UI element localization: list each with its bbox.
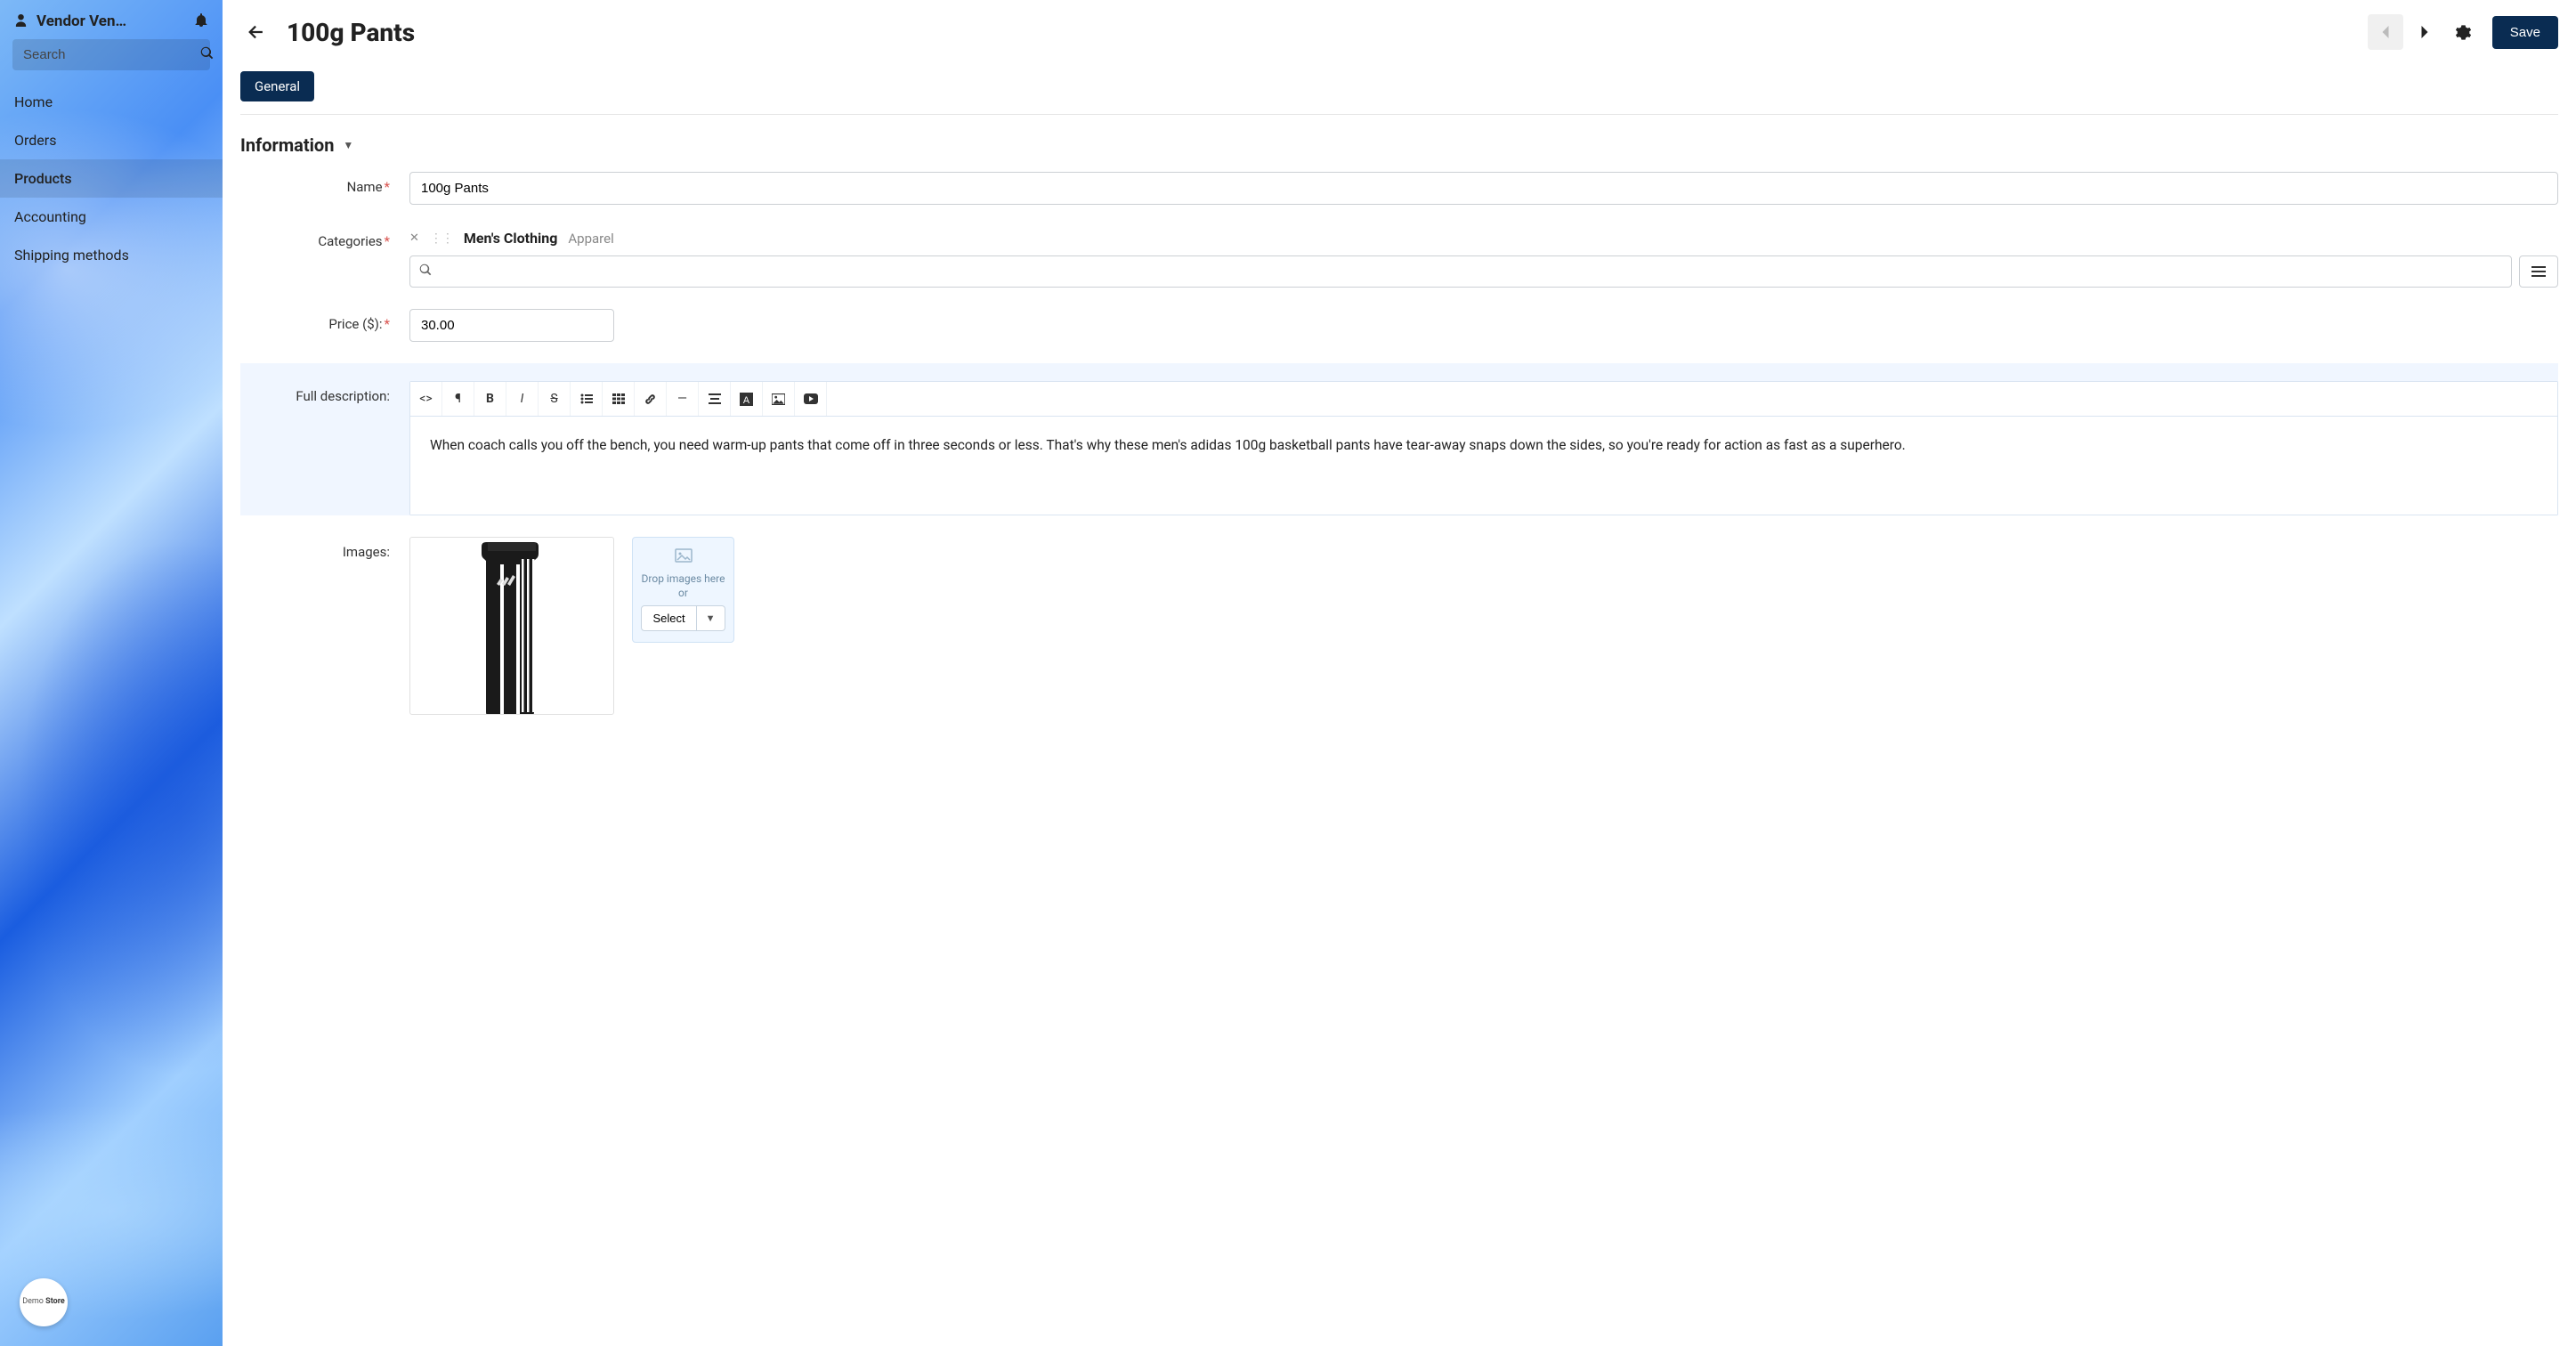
back-button[interactable] xyxy=(240,17,271,47)
editor-table-icon[interactable] xyxy=(603,382,635,416)
category-search[interactable] xyxy=(409,255,2512,288)
nav-accounting[interactable]: Accounting xyxy=(0,198,223,236)
sidebar: Vendor Ven… Home Orders Products Account… xyxy=(0,0,223,1346)
sidebar-nav: Home Orders Products Accounting Shipping… xyxy=(0,83,223,274)
editor-paragraph-icon[interactable]: ¶ xyxy=(442,382,474,416)
editor-ul-icon[interactable] xyxy=(571,382,603,416)
vendor-name[interactable]: Vendor Ven… xyxy=(36,12,185,30)
search-input[interactable] xyxy=(23,47,200,62)
editor-italic-icon[interactable]: I xyxy=(506,382,539,416)
description-textarea[interactable]: When coach calls you off the bench, you … xyxy=(410,417,2557,515)
next-button[interactable] xyxy=(2407,14,2442,50)
name-label: Name* xyxy=(240,172,409,195)
categories-label: Categories* xyxy=(240,226,409,249)
prev-button xyxy=(2368,14,2403,50)
settings-button[interactable] xyxy=(2446,14,2482,50)
sidebar-search[interactable] xyxy=(12,39,210,70)
store-badge[interactable]: Demo Store xyxy=(20,1278,68,1326)
dropzone-text: Drop images here or xyxy=(640,572,726,600)
description-label: Full description: xyxy=(240,381,409,404)
images-label: Images: xyxy=(240,537,409,560)
category-main: Men's Clothing xyxy=(464,230,557,247)
category-chip: ✕ ⋮⋮ Men's Clothing Apparel xyxy=(409,226,2558,255)
editor-toolbar: <> ¶ B I S — xyxy=(410,382,2557,417)
save-button[interactable]: Save xyxy=(2492,16,2558,49)
search-icon xyxy=(419,264,432,280)
user-icon xyxy=(14,13,28,30)
nav-orders[interactable]: Orders xyxy=(0,121,223,159)
image-placeholder-icon xyxy=(675,548,693,567)
page-title: 100g Pants xyxy=(287,18,2352,47)
select-image-caret[interactable]: ▼ xyxy=(697,605,725,631)
bell-icon[interactable] xyxy=(194,12,208,30)
editor-hr-icon[interactable]: — xyxy=(667,382,699,416)
main-content: 100g Pants Save General Information ▼ xyxy=(223,0,2576,1346)
name-input[interactable] xyxy=(409,172,2558,205)
category-remove[interactable]: ✕ xyxy=(409,231,419,245)
topbar: 100g Pants Save xyxy=(240,9,2558,57)
price-label: Price ($):* xyxy=(240,309,409,332)
product-image-thumb[interactable] xyxy=(409,537,614,715)
editor-link-icon[interactable] xyxy=(635,382,667,416)
editor-video-icon[interactable] xyxy=(795,382,827,416)
description-editor: <> ¶ B I S — xyxy=(409,381,2558,515)
editor-align-icon[interactable] xyxy=(699,382,731,416)
image-dropzone[interactable]: Drop images here or Select ▼ xyxy=(632,537,734,643)
drag-handle-icon[interactable]: ⋮⋮ xyxy=(430,231,453,246)
nav-products[interactable]: Products xyxy=(0,159,223,198)
editor-image-icon[interactable] xyxy=(763,382,795,416)
svg-text:A: A xyxy=(743,394,750,405)
editor-code-icon[interactable]: <> xyxy=(410,382,442,416)
editor-textcolor-icon[interactable]: A xyxy=(731,382,763,416)
search-icon xyxy=(200,46,214,63)
category-menu-button[interactable] xyxy=(2519,255,2558,288)
price-input[interactable] xyxy=(409,309,614,342)
select-image-button[interactable]: Select xyxy=(641,605,696,631)
category-parent: Apparel xyxy=(568,231,613,247)
tab-general[interactable]: General xyxy=(240,71,314,101)
nav-shipping-methods[interactable]: Shipping methods xyxy=(0,236,223,274)
editor-strike-icon[interactable]: S xyxy=(539,382,571,416)
section-information-label: Information xyxy=(240,134,334,156)
caret-down-icon: ▼ xyxy=(343,139,353,151)
section-information[interactable]: Information ▼ xyxy=(240,134,2558,156)
tabs: General xyxy=(240,71,2558,115)
nav-home[interactable]: Home xyxy=(0,83,223,121)
editor-bold-icon[interactable]: B xyxy=(474,382,506,416)
